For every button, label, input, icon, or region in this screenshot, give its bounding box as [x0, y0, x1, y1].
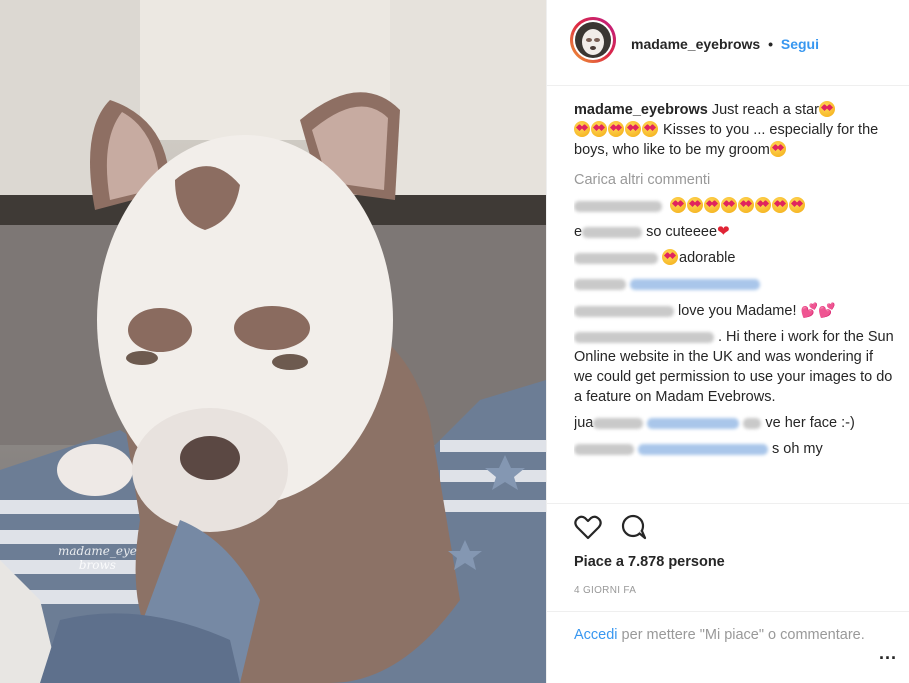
comment-text: ve her face :-) [765, 415, 855, 431]
divider [547, 611, 909, 612]
dog-illustration [0, 0, 546, 683]
comment-text: adorable [679, 250, 736, 266]
kiss-emoji-icon [769, 141, 786, 157]
heart-eyes-emoji-icon [721, 197, 738, 213]
heart-eyes-emoji-icon [755, 197, 772, 213]
comment-button[interactable] [620, 514, 648, 545]
post-caption: madame_eyebrows Just reach a star Kisses… [574, 100, 894, 160]
two-hearts-emoji-icon: 💕💕 [800, 302, 836, 318]
heart-eyes-emoji-icon [670, 197, 687, 213]
heart-eyes-emoji-icon [738, 197, 755, 213]
comment-row: . Hi there i work for the Sun Online web… [574, 327, 894, 407]
blurred-mention[interactable] [638, 443, 768, 455]
comment-user-prefix[interactable]: jua [574, 415, 593, 431]
like-button[interactable] [574, 514, 602, 545]
heart-eyes-emoji-icon [687, 197, 704, 213]
follow-button[interactable]: Segui [781, 36, 819, 52]
heart-eyes-emoji-icon [642, 121, 658, 137]
load-more-comments[interactable]: Carica altri commenti [574, 170, 894, 190]
comment-row: love you Madame! 💕💕 [574, 300, 894, 321]
blurred-username[interactable] [574, 278, 626, 290]
login-prompt-text: per mettere "Mi piace" o commentare. [617, 627, 865, 643]
blurred-mention[interactable] [630, 278, 760, 290]
comment-row [574, 196, 894, 216]
heart-eyes-emoji-icon [704, 197, 721, 213]
heart-eyes-emoji-icon [591, 121, 607, 137]
red-heart-emoji-icon: ❤ [717, 223, 730, 240]
header-user-line: madame_eyebrows • Segui [631, 36, 819, 52]
comment-row: e so cuteeee❤ [574, 222, 894, 242]
heart-eyes-emoji-icon [789, 197, 806, 213]
post-header: madame_eyebrows • Segui [547, 0, 909, 86]
action-bar [574, 514, 662, 544]
blurred-username[interactable] [582, 226, 643, 238]
comment-user-prefix[interactable]: e [574, 224, 582, 240]
comment-row: adorable [574, 248, 894, 268]
heart-eyes-emoji-icon [625, 121, 641, 137]
likes-count[interactable]: Piace a 7.878 persone [574, 554, 725, 570]
header-separator: • [768, 36, 773, 52]
heart-eyes-emoji-icon [819, 101, 836, 117]
instagram-post: madame_eye brows madame_eyebrows • Segui… [0, 0, 909, 683]
comments-list[interactable]: madame_eyebrows Just reach a star Kisses… [574, 100, 894, 498]
login-prompt: Accedi per mettere "Mi piace" o commenta… [574, 625, 874, 645]
comment-text: s oh my [772, 441, 823, 457]
heart-eyes-emoji-icon [574, 121, 590, 137]
blurred-username[interactable] [574, 252, 658, 264]
comment-row: s oh my [574, 439, 894, 459]
blurred-text [743, 417, 762, 429]
login-link[interactable]: Accedi [574, 627, 618, 643]
watermark-line-1: madame_eye [58, 544, 137, 558]
photo-watermark: madame_eye brows [58, 544, 137, 572]
avatar-border [573, 20, 613, 60]
avatar[interactable] [570, 17, 616, 63]
blurred-username[interactable] [574, 200, 662, 212]
watermark-line-2: brows [78, 558, 116, 572]
header-username[interactable]: madame_eyebrows [631, 36, 760, 52]
divider [547, 503, 909, 504]
heart-outline-icon [574, 515, 602, 540]
post-photo[interactable]: madame_eye brows [0, 0, 546, 683]
blurred-username[interactable] [574, 443, 634, 455]
comment-text: so cuteeee [646, 224, 718, 240]
comment-row [574, 274, 894, 294]
heart-eyes-emoji-icon [662, 249, 678, 265]
blurred-username[interactable] [574, 331, 714, 343]
comment-row: jua ve her face :-) [574, 413, 894, 433]
avatar-image [575, 22, 611, 58]
more-dots-icon[interactable]: ... [879, 643, 897, 664]
blurred-mention[interactable] [647, 417, 740, 429]
post-timestamp[interactable]: 4 GIORNI FA [574, 585, 636, 596]
blurred-username[interactable] [574, 305, 674, 317]
caption-text: Just reach a star [707, 102, 820, 118]
post-sidebar: madame_eyebrows • Segui madame_eyebrows … [546, 0, 909, 683]
comment-text: love you Madame! [678, 303, 801, 319]
heart-eyes-emoji-icon [608, 121, 624, 137]
caption-username[interactable]: madame_eyebrows [574, 102, 708, 118]
comment-bubble-icon [622, 514, 647, 540]
blurred-username[interactable] [593, 417, 644, 429]
heart-eyes-emoji-icon [772, 197, 789, 213]
